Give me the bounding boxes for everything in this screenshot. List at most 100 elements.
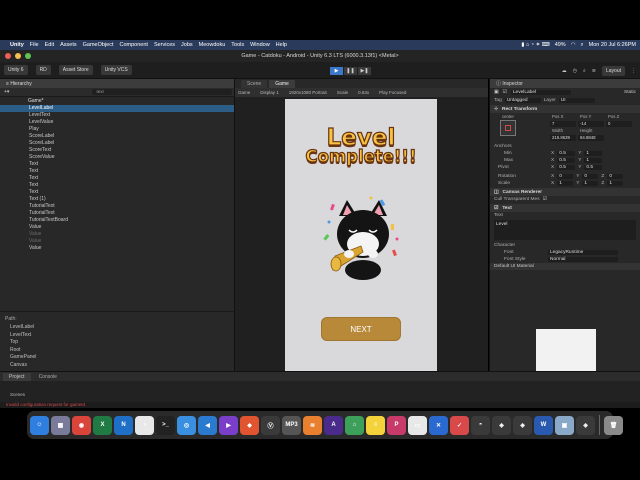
scale-z-field[interactable]: 1: [607, 180, 624, 187]
active-checkbox[interactable]: ☑: [503, 90, 507, 95]
anchor-max-y-field[interactable]: 1: [584, 157, 603, 164]
color-picker-icon[interactable]: ◑: [135, 415, 154, 435]
display-mode-dropdown[interactable]: Game: [238, 90, 250, 95]
pos-x-field[interactable]: 7: [550, 121, 576, 127]
anchor-min-y-field[interactable]: 1: [584, 150, 603, 157]
edge-icon[interactable]: N: [114, 415, 133, 435]
menu-window[interactable]: Window: [250, 42, 270, 48]
static-checkbox[interactable]: Static: [624, 90, 636, 95]
hierarchy-tab[interactable]: ≡ Hierarchy: [0, 79, 234, 88]
hierarchy-item[interactable]: Text: [0, 168, 234, 175]
hierarchy-item[interactable]: ScoreLabel: [0, 133, 234, 140]
menu-tools[interactable]: Tools: [231, 42, 244, 48]
hierarchy-item[interactable]: Value: [0, 231, 234, 238]
android-icon[interactable]: ◓: [471, 415, 490, 435]
android-studio-icon[interactable]: ⌂: [345, 415, 364, 435]
anchor-max-x-field[interactable]: 0.5: [557, 157, 576, 164]
git-icon[interactable]: ◆: [240, 415, 259, 435]
hierarchy-search-input[interactable]: text: [92, 89, 233, 95]
asset-store-button[interactable]: Asset Store: [58, 65, 93, 75]
cull-transparent-checkbox[interactable]: ☑: [543, 197, 547, 202]
zoom-window-button[interactable]: [25, 53, 31, 59]
material-label[interactable]: Default UI Material: [494, 264, 534, 269]
more-icon[interactable]: ⋮: [631, 68, 636, 74]
layout-dropdown[interactable]: Layout: [601, 66, 625, 76]
object-name-field[interactable]: LevelLabel: [510, 89, 571, 96]
terminal-icon[interactable]: >_: [156, 415, 175, 435]
width-field[interactable]: 215.8639: [550, 135, 576, 141]
canvas-renderer-header[interactable]: ◫ Canvas Renderer: [490, 188, 640, 196]
menu-app-name[interactable]: Unity: [10, 42, 24, 48]
rect-transform-header[interactable]: ⊹ Rect Transform: [490, 105, 640, 113]
pivot-y-field[interactable]: 0.5: [584, 164, 603, 171]
chrome-icon[interactable]: ◉: [72, 415, 91, 435]
tab-scene[interactable]: Scene: [241, 80, 268, 88]
hierarchy-item[interactable]: TutorialText: [0, 203, 234, 210]
cloud-icon[interactable]: ☁: [562, 68, 567, 74]
pencil-icon[interactable]: P: [387, 415, 406, 435]
status-icons[interactable]: ▮ ⌂ ◔ ✶ ⌨: [521, 42, 549, 49]
pause-button[interactable]: ❚❚: [344, 67, 357, 75]
affinity-icon[interactable]: A: [324, 415, 343, 435]
unity-editor-icon[interactable]: ◈: [576, 415, 595, 435]
anchor-preset-button[interactable]: [500, 120, 516, 136]
tab-game[interactable]: Game: [269, 80, 295, 88]
path-item[interactable]: LevelLabel: [5, 324, 229, 332]
hierarchy-item[interactable]: Text: [0, 175, 234, 182]
finder-icon[interactable]: ☺: [30, 415, 49, 435]
hierarchy-item[interactable]: LevelText: [0, 112, 234, 119]
menu-help[interactable]: Help: [276, 42, 287, 48]
menu-file[interactable]: File: [30, 42, 39, 48]
unity-account-button[interactable]: Unity 6: [4, 65, 28, 75]
font-field[interactable]: LegacyRuntime: [548, 249, 618, 256]
tab-console[interactable]: Console: [32, 372, 63, 381]
search-icon[interactable]: ⌕: [581, 42, 584, 49]
wifi-icon[interactable]: ◠: [571, 42, 576, 49]
status-message[interactable]: Invalid configuration request for gameId: [0, 402, 640, 408]
menu-services[interactable]: Services: [154, 42, 175, 48]
scenes-folder[interactable]: Scenes: [10, 392, 25, 397]
next-button[interactable]: NEXT: [321, 317, 401, 341]
todo-icon[interactable]: ✓: [450, 415, 469, 435]
menu-jobs[interactable]: Jobs: [181, 42, 193, 48]
hierarchy-item[interactable]: Play: [0, 126, 234, 133]
character-label[interactable]: Character: [494, 243, 515, 248]
menu-gameobject[interactable]: GameObject: [83, 42, 114, 48]
hierarchy-root-item[interactable]: Game*: [0, 98, 234, 105]
anchors-label[interactable]: Anchors: [494, 144, 512, 149]
hierarchy-item[interactable]: LevelValue: [0, 119, 234, 126]
hierarchy-item[interactable]: Text: [0, 189, 234, 196]
hierarchy-item[interactable]: ScoreText: [0, 147, 234, 154]
layers-icon[interactable]: ≋: [592, 68, 596, 74]
rotation-y-field[interactable]: 0: [582, 173, 599, 180]
search-icon[interactable]: ⌕: [583, 68, 586, 74]
app-icon[interactable]: ▭: [408, 415, 427, 435]
add-icon[interactable]: +▾: [4, 89, 9, 95]
path-item[interactable]: GamePanel: [5, 354, 229, 362]
hierarchy-item[interactable]: Value: [0, 245, 234, 252]
notes-icon[interactable]: ≡: [366, 415, 385, 435]
minimize-window-button[interactable]: [15, 53, 21, 59]
unity-hub-icon[interactable]: ◈: [492, 415, 511, 435]
soundcloud-icon[interactable]: ≋: [303, 415, 322, 435]
hierarchy-item[interactable]: LevelLabel: [0, 105, 234, 112]
play-focused-dropdown[interactable]: Play Focused: [379, 90, 406, 95]
checkbox-icon[interactable]: ☑: [494, 206, 498, 211]
hierarchy-item[interactable]: Text: [0, 182, 234, 189]
hierarchy-item[interactable]: Value: [0, 238, 234, 245]
path-item[interactable]: Canvas: [5, 362, 229, 370]
visual-studio-icon[interactable]: ▶: [219, 415, 238, 435]
inspector-tab[interactable]: ⓘ Inspector: [490, 79, 640, 88]
menu-meowdoku[interactable]: Meowdoku: [199, 42, 226, 48]
height-field[interactable]: 94.8848: [578, 135, 604, 141]
font-style-dropdown[interactable]: Normal: [548, 256, 618, 263]
unity-vcs-button[interactable]: Unity VCS: [100, 65, 132, 75]
tag-dropdown[interactable]: Untagged: [504, 97, 541, 104]
trash-icon[interactable]: 🗑: [604, 415, 623, 435]
mp3-icon[interactable]: MP3: [282, 415, 301, 435]
hierarchy-item[interactable]: Text (1): [0, 196, 234, 203]
text-area-input[interactable]: Level: [494, 220, 636, 240]
menu-edit[interactable]: Edit: [45, 42, 54, 48]
safari-icon[interactable]: ◎: [177, 415, 196, 435]
pos-y-field[interactable]: -14: [578, 121, 604, 127]
